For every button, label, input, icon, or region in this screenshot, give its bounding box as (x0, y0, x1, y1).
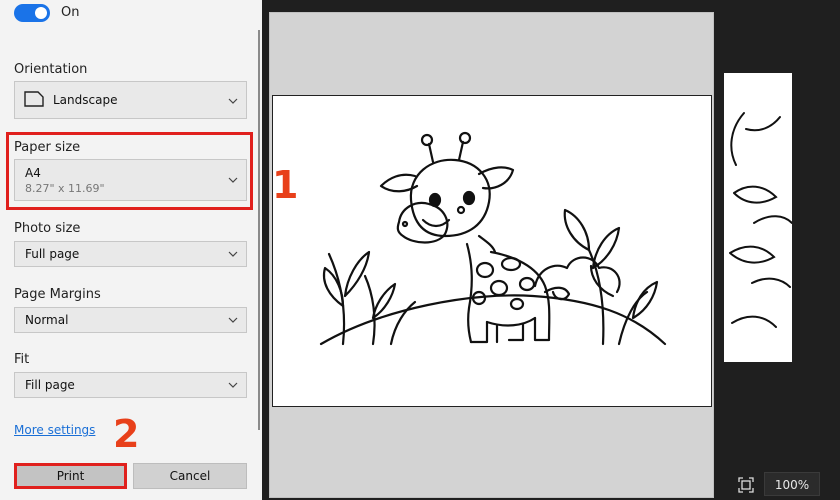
chevron-down-icon (228, 249, 238, 259)
paper-size-highlight (6, 132, 253, 210)
step-2-annotation: 2 (113, 412, 140, 456)
more-settings-link[interactable]: More settings (14, 423, 95, 437)
preview-page (272, 95, 712, 407)
fit-label: Fit (14, 352, 30, 367)
zoom-level[interactable]: 100% (764, 472, 820, 496)
page-margins-dropdown[interactable]: Normal (14, 307, 247, 333)
fit-dropdown[interactable]: Fill page (14, 372, 247, 398)
step-1-annotation: 1 (272, 163, 299, 207)
next-page-illustration (729, 112, 792, 328)
photo-size-value: Full page (25, 247, 80, 261)
print-button[interactable]: Print (14, 463, 127, 489)
fit-value: Fill page (25, 378, 75, 392)
cancel-button[interactable]: Cancel (133, 463, 247, 489)
orientation-label: Orientation (14, 62, 88, 77)
panel-scrollbar[interactable] (258, 30, 260, 430)
chevron-down-icon (228, 96, 238, 106)
page-margins-label: Page Margins (14, 287, 101, 302)
orientation-value: Landscape (53, 93, 118, 107)
toggle-switch[interactable] (14, 4, 50, 22)
next-page-preview[interactable] (724, 73, 792, 362)
print-settings-panel: On Orientation Landscape Paper size A4 8… (0, 0, 262, 500)
photo-size-dropdown[interactable]: Full page (14, 241, 247, 267)
toggle-knob (35, 7, 47, 19)
chevron-down-icon (228, 380, 238, 390)
orientation-dropdown[interactable]: Landscape (14, 81, 247, 119)
toggle-label: On (61, 5, 80, 20)
giraffe-coloring-illustration (319, 131, 667, 346)
chevron-down-icon (228, 315, 238, 325)
fit-to-window-icon[interactable] (738, 477, 754, 493)
page-landscape-icon (24, 91, 44, 107)
photo-size-label: Photo size (14, 221, 81, 236)
page-margins-value: Normal (25, 313, 69, 327)
